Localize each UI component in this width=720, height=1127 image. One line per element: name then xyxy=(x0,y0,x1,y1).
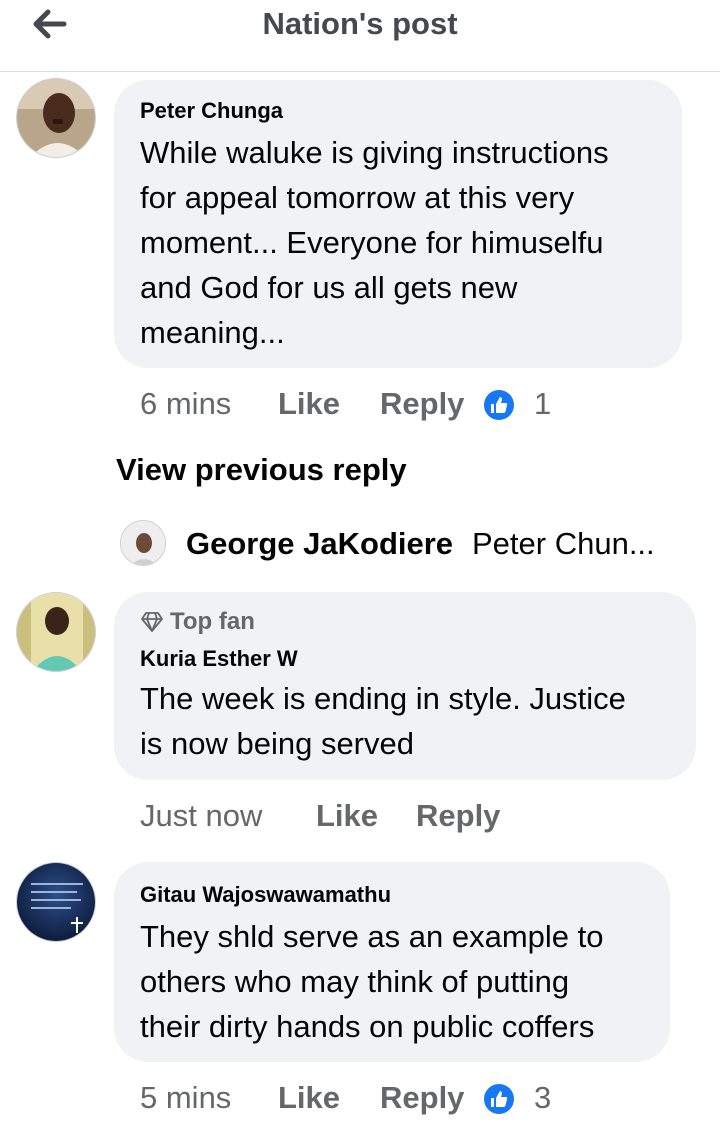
thumbs-up-icon[interactable] xyxy=(482,388,516,422)
reply-button[interactable]: Reply xyxy=(380,386,464,422)
like-button[interactable]: Like xyxy=(316,798,378,834)
comment-author[interactable]: Gitau Wajoswawamathu xyxy=(140,882,391,908)
comment-text-line: The week is ending in style. Justice xyxy=(140,681,626,716)
comment-text-line: moment... Everyone for himuselfu xyxy=(140,225,604,260)
comment-text-line: They shld serve as an example to xyxy=(140,919,604,954)
diamond-icon xyxy=(141,612,163,632)
comment-author[interactable]: Peter Chunga xyxy=(140,98,283,124)
like-button[interactable]: Like xyxy=(278,1080,340,1116)
comment-author[interactable]: Kuria Esther W xyxy=(140,646,298,672)
top-bar: Nation's post xyxy=(0,0,720,72)
top-fan-badge: Top fan xyxy=(140,608,255,636)
reply-button[interactable]: Reply xyxy=(380,1080,464,1116)
reply-preview-author[interactable]: George JaKodiere xyxy=(186,526,453,562)
avatar-gitau-wajoswawamathu[interactable] xyxy=(16,862,96,942)
comment-text-line: While waluke is giving instructions xyxy=(140,135,609,170)
comment-timestamp: 5 mins xyxy=(140,1080,232,1115)
avatar-peter-chunga[interactable] xyxy=(16,78,96,158)
reply-button[interactable]: Reply xyxy=(416,798,500,834)
reaction-count[interactable]: 1 xyxy=(534,386,551,422)
like-button[interactable]: Like xyxy=(278,386,340,422)
comment-text-line: others who may think of putting xyxy=(140,964,570,999)
comment-text-line: for appeal tomorrow at this very xyxy=(140,180,575,215)
page-title: Nation's post xyxy=(262,6,458,41)
comment-timestamp: 6 mins xyxy=(140,386,232,421)
view-previous-reply-link[interactable]: View previous reply xyxy=(116,452,407,488)
reaction-count[interactable]: 3 xyxy=(534,1080,551,1116)
comment-text-line: and God for us all gets new xyxy=(140,270,518,305)
comment-timestamp: Just now xyxy=(140,798,263,833)
reply-preview-text[interactable]: Peter Chun... xyxy=(472,526,655,562)
avatar-george-jakodiere[interactable] xyxy=(120,520,166,566)
comment-text-line: meaning... xyxy=(140,315,285,350)
thumbs-up-icon[interactable] xyxy=(482,1082,516,1116)
avatar-kuria-esther[interactable] xyxy=(16,592,96,672)
comment-text-line: is now being served xyxy=(140,726,414,761)
top-fan-label: Top fan xyxy=(170,608,255,635)
comment-text-line: their dirty hands on public coffers xyxy=(140,1009,595,1044)
